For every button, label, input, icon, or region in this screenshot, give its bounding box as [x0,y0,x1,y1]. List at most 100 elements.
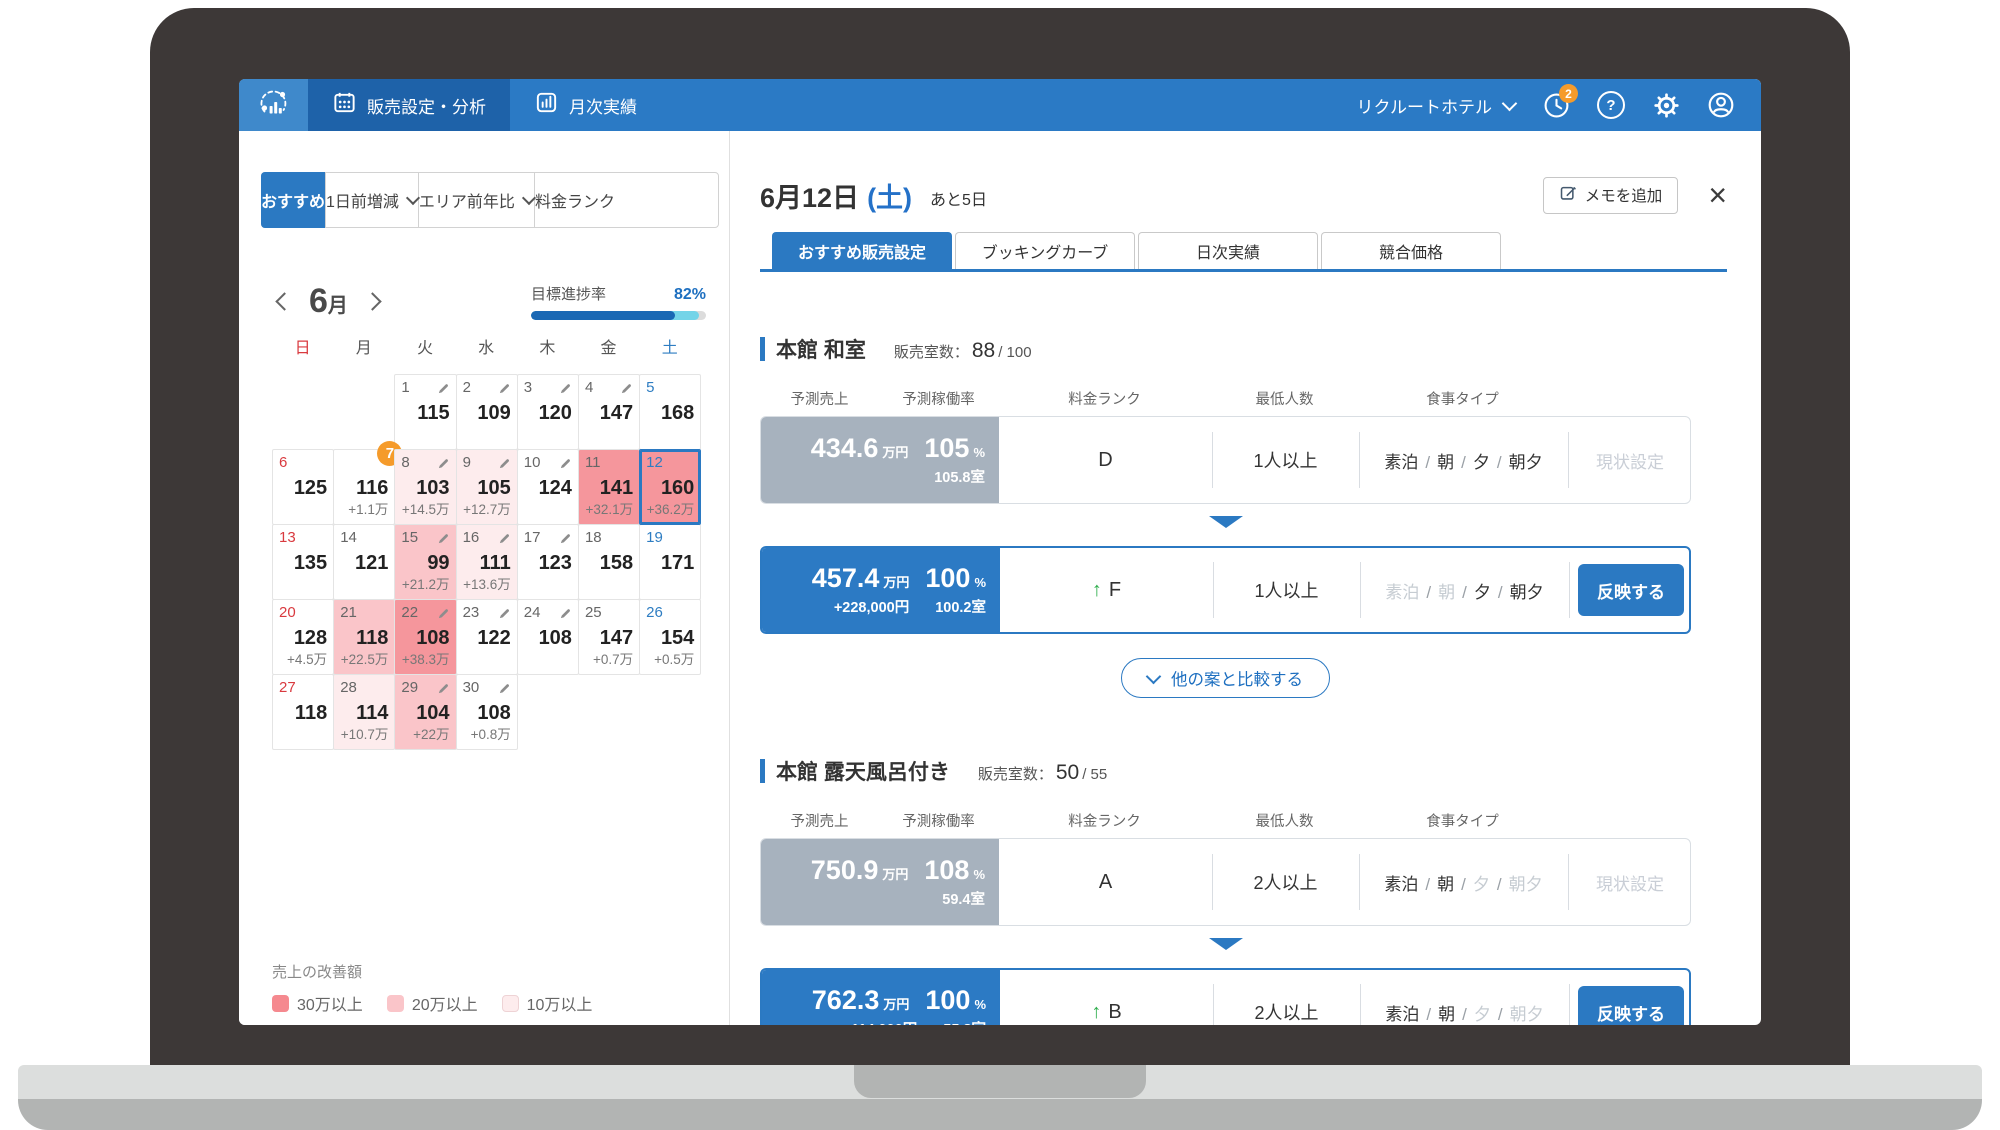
weekday-label: 土 [639,334,700,358]
calendar-day-cell[interactable]: 6 125 [272,449,334,525]
remaining-rooms-value: 147 [585,625,633,651]
min-people-cell: 2人以上 [1212,839,1359,925]
calendar-day-cell[interactable]: 24 108 [517,599,579,675]
calendar-day-cell[interactable]: 28 114 +10.7万 [333,674,395,750]
forecast-sales: 434.6 [811,433,879,464]
calendar-legend: 売上の改善額 30万以上 20万以上 [272,961,592,1015]
remaining-rooms-value: 160 [646,475,694,501]
filter-tab[interactable]: 料金ランク [535,173,615,227]
legend-title: 売上の改善額 [272,961,592,982]
hotel-selector[interactable]: リクルートホテル [1357,93,1516,118]
forecast-occupancy: 105 [924,433,969,464]
calendar-day-cell[interactable]: 27 118 [272,674,334,750]
previous-month-button[interactable] [275,292,293,310]
calendar-day-cell[interactable]: 30 108 +0.8万 [456,674,518,750]
calendar-day-cell[interactable]: 26 154 +0.5万 [639,599,701,675]
app-logo[interactable] [239,79,308,131]
sales-improvement-value [524,501,572,519]
calendar-day-cell[interactable]: 29 104 +22万 [394,674,456,750]
remaining-rooms-value: 109 [463,400,511,426]
sales-improvement-value: +4.5万 [279,651,327,669]
calendar-day-cell[interactable]: 2 109 [456,374,518,450]
sales-improvement-value: +22万 [401,726,449,744]
remaining-rooms-value: 104 [401,700,449,726]
calendar-day-cell[interactable]: 20 128 +4.5万 [272,599,334,675]
account-button[interactable] [1707,91,1735,119]
sales-improvement-value [585,576,633,594]
meal-type: /夕 [1454,870,1490,895]
close-icon[interactable]: × [1708,179,1727,211]
calendar-day-cell[interactable]: 22 108 +38.3万 [394,599,456,675]
forecast-sales: 457.4 [812,563,880,594]
legend-item: 10万以上 [502,991,593,1015]
legend-color-swatch [387,995,404,1012]
detail-tab[interactable]: 日次実績 [1138,232,1318,269]
progress-bar-fill [531,311,675,320]
day-number: 13 [279,528,296,548]
compare-other-plans-button[interactable]: 他の案と比較する [1121,658,1330,698]
calendar-day-cell[interactable]: 3 120 [517,374,579,450]
filter-tab[interactable]: エリア前年比 [419,173,535,227]
sales-improvement-value: +38.3万 [401,651,449,669]
nav-tab-monthly-results[interactable]: 月次実績 [510,79,661,131]
filter-tab[interactable]: 1日前増減 [326,173,419,227]
calendar-day-cell[interactable]: 17 123 [517,524,579,600]
chevron-down-icon [1502,95,1518,111]
meal-type: 素泊 [1384,448,1418,473]
calendar-day-cell[interactable]: 7 116 +1.1万 [333,449,395,525]
help-button[interactable] [1597,91,1625,119]
day-number: 29 [401,678,418,698]
current-setting-label: 現状設定 [1596,870,1664,895]
chevron-down-icon [522,191,536,205]
sales-difference: +114,000円 [843,1018,918,1025]
calendar-day-cell[interactable]: 14 121 [333,524,395,600]
goal-progress-label: 目標進捗率 [531,283,606,304]
filter-tab[interactable]: おすすめ [261,172,326,228]
calendar-day-cell[interactable]: 1 115 [394,374,456,450]
calendar-day-cell[interactable]: 16 111 +13.6万 [456,524,518,600]
calendar-day-cell[interactable]: 25 147 +0.7万 [578,599,640,675]
remaining-rooms-value: 115 [401,400,449,426]
next-month-button[interactable] [363,292,381,310]
calendar-day-cell[interactable]: 8 103 +14.5万 [394,449,456,525]
meal-type: /夕 [1455,578,1491,603]
calendar-day-cell[interactable]: 9 105 +12.7万 [456,449,518,525]
remaining-rooms-value: 108 [401,625,449,651]
calendar-day-cell[interactable]: 19 171 [639,524,701,600]
sales-improvement-value: +0.7万 [585,651,633,669]
calendar-day-cell[interactable]: 12 160 +36.2万 [639,449,701,525]
calendar-day-cell[interactable]: 4 147 [578,374,640,450]
sales-improvement-value [463,651,511,669]
notifications-button[interactable]: 2 [1542,91,1570,119]
calendar-day-cell[interactable]: 10 124 [517,449,579,525]
detail-tab[interactable]: おすすめ販売設定 [772,232,952,269]
detail-tab[interactable]: 競合価格 [1321,232,1501,269]
legend-item: 20万以上 [387,991,478,1015]
apply-button[interactable]: 反映する [1578,986,1684,1025]
apply-button[interactable]: 反映する [1578,564,1684,616]
pencil-icon [498,380,511,400]
calendar-day-cell[interactable]: 23 122 [456,599,518,675]
filter-tab-label: 1日前増減 [326,188,399,212]
pencil-icon [559,605,572,625]
nav-tab-sales-settings[interactable]: 販売設定・分析 [308,79,510,131]
day-number: 24 [524,603,541,623]
calendar-day-cell[interactable]: 15 99 +21.2万 [394,524,456,600]
settings-button[interactable] [1652,91,1680,119]
notification-badge: 2 [1559,84,1578,103]
remaining-rooms-value: 99 [401,550,449,576]
sales-improvement-value [585,426,633,444]
chevron-down-icon [1146,669,1162,685]
detail-tab[interactable]: ブッキングカーブ [955,232,1135,269]
legend-item: 30万以上 [272,991,363,1015]
calendar-day-cell[interactable]: 5 168 [639,374,701,450]
calendar-day-cell[interactable]: 11 141 +32.1万 [578,449,640,525]
weekday-label: 水 [456,334,517,358]
meal-type: /朝夕 [1491,578,1544,603]
calendar-day-cell[interactable]: 21 118 +22.5万 [333,599,395,675]
calendar-day-cell[interactable]: 13 135 [272,524,334,600]
add-memo-button[interactable]: メモを追加 [1543,177,1679,214]
meal-type: /朝 [1419,578,1455,603]
calendar-day-cell[interactable]: 18 158 [578,524,640,600]
calendar-panel: おすすめ 1日前増減 エリア前年比 料金ランク [239,131,730,1025]
